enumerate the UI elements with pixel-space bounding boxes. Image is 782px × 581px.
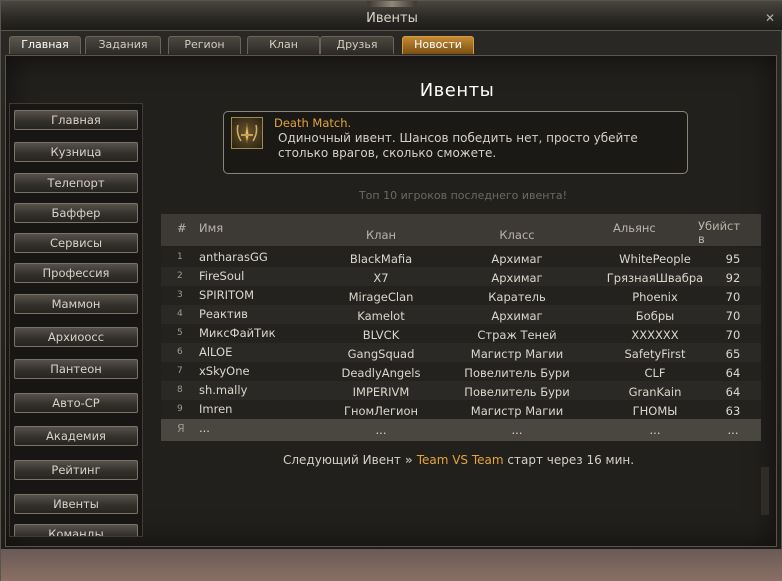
header-num: # bbox=[177, 221, 187, 235]
table-row: 3 SPIRITOM MirageClan Каратель Phoenix 70 bbox=[161, 286, 761, 305]
tab-news[interactable]: Новости bbox=[402, 36, 474, 54]
page-title: Ивенты bbox=[419, 80, 495, 101]
cell-num: 7 bbox=[177, 366, 183, 376]
cell-name: xSkyOne bbox=[199, 364, 250, 378]
cell-num: 5 bbox=[177, 328, 183, 338]
event-description: Одиночный ивент. Шансов победить нет, пр… bbox=[278, 131, 638, 160]
tab-friends[interactable]: Друзья bbox=[320, 36, 394, 54]
sidebar-item-teleport[interactable]: Телепорт bbox=[14, 173, 138, 193]
double-chevron-icon: » bbox=[404, 453, 413, 467]
sidebar-item-forge[interactable]: Кузница bbox=[14, 142, 138, 162]
sidebar-item-teams[interactable]: Команды bbox=[14, 524, 138, 536]
table-row: 9 Imren ГномЛегион Магистр Магии ГНОМЫ 63 bbox=[161, 400, 761, 419]
table-row: 8 sh.mally IMPERIVM Повелитель Бури GranKain… bbox=[161, 381, 761, 400]
sidebar-item-auto-cp[interactable]: Авто-СР bbox=[14, 393, 138, 413]
sidebar-item-profession[interactable]: Профессия bbox=[14, 263, 138, 283]
event-name: Death Match. bbox=[274, 116, 352, 130]
title-ornament bbox=[367, 1, 417, 7]
table-row: 4 Реактив Kamelot Архимаг Бобры 70 bbox=[161, 305, 761, 324]
cell-num: 6 bbox=[177, 347, 183, 357]
scrollbar[interactable] bbox=[761, 467, 769, 515]
cell-name: Imren bbox=[199, 402, 233, 416]
cell-name: AlLOE bbox=[199, 345, 233, 359]
sword-icon bbox=[231, 117, 263, 149]
next-event-prefix: Следующий Ивент bbox=[283, 453, 401, 467]
sidebar-item-main[interactable]: Главная bbox=[14, 110, 138, 130]
tab-main[interactable]: Главная bbox=[9, 36, 81, 54]
sidebar-item-pantheon[interactable]: Пантеон bbox=[14, 359, 138, 379]
table-row: 2 FireSoul X7 Архимаг ГрязнаяШвабра 92 bbox=[161, 267, 761, 286]
next-event-name[interactable]: Team VS Team bbox=[417, 453, 504, 467]
cell-name: ... bbox=[199, 421, 210, 435]
window-title: Ивенты bbox=[366, 11, 418, 26]
cell-name: Реактив bbox=[199, 307, 248, 321]
sidebar-item-services[interactable]: Сервисы bbox=[14, 233, 138, 253]
cell-name: antharasGG bbox=[199, 250, 268, 264]
table-row: 1 antharasGG BlackMafia Архимаг WhitePeople 9… bbox=[161, 248, 761, 267]
top-players-table: # Имя Клан Класс Альянс Убийств 1 anthara… bbox=[161, 214, 761, 441]
header-kills: Убийств bbox=[698, 219, 741, 246]
close-icon[interactable]: ✕ bbox=[763, 11, 777, 25]
table-row: 6 AlLOE GangSquad Магистр Магии SafetyFirst 6… bbox=[161, 343, 761, 362]
tab-region[interactable]: Регион bbox=[168, 36, 241, 54]
cell-name: FireSoul bbox=[199, 269, 245, 283]
event-info-box: Death Match. Одиночный ивент. Шансов поб… bbox=[223, 111, 688, 174]
background-scene bbox=[1, 549, 782, 581]
cell-name: МиксФайТик bbox=[199, 326, 276, 340]
title-bar[interactable]: Ивенты ✕ bbox=[1, 1, 782, 31]
tab-clan[interactable]: Клан bbox=[247, 36, 320, 54]
next-event-line: Следующий Ивент» Team VS Team старт через… bbox=[283, 453, 634, 467]
cell-name: sh.mally bbox=[199, 383, 248, 397]
sidebar-item-academy[interactable]: Академия bbox=[14, 426, 138, 446]
cell-num: 8 bbox=[177, 385, 183, 395]
cell-num: 1 bbox=[177, 252, 183, 262]
table-header: # Имя Клан Класс Альянс Убийств bbox=[161, 214, 761, 246]
cell-num: 9 bbox=[177, 404, 183, 414]
sidebar-item-events[interactable]: Ивенты bbox=[14, 494, 138, 514]
cell-num: 4 bbox=[177, 309, 183, 319]
header-ally: Альянс bbox=[613, 221, 656, 235]
top-players-caption: Топ 10 игроков последнего ивента! bbox=[358, 189, 568, 202]
next-event-suffix: старт через 16 мин. bbox=[507, 453, 635, 467]
sidebar: Главная Кузница Телепорт Баффер Сервисы … bbox=[9, 103, 143, 537]
my-rank-row: Я............... bbox=[161, 419, 761, 441]
cell-num: Я bbox=[177, 422, 185, 435]
sidebar-item-rating[interactable]: Рейтинг bbox=[14, 460, 138, 480]
header-name: Имя bbox=[199, 221, 224, 235]
sidebar-item-archboss[interactable]: Архиоосс bbox=[14, 327, 138, 347]
sidebar-item-mammon[interactable]: Маммон bbox=[14, 294, 138, 314]
cell-num: 2 bbox=[177, 271, 183, 281]
tab-quests[interactable]: Задания bbox=[85, 36, 161, 54]
event-window: Ивенты ✕ Главная Задания Регион Клан Дру… bbox=[0, 0, 782, 581]
sidebar-item-buffer[interactable]: Баффер bbox=[14, 203, 138, 223]
table-row: 5 МиксФайТик BLVCK Страж Теней XXXXXX 70 bbox=[161, 324, 761, 343]
table-row: 7 xSkyOne DeadlyAngels Повелитель Бури CLF 64 bbox=[161, 362, 761, 381]
cell-num: 3 bbox=[177, 290, 183, 300]
cell-name: SPIRITOM bbox=[199, 288, 255, 302]
